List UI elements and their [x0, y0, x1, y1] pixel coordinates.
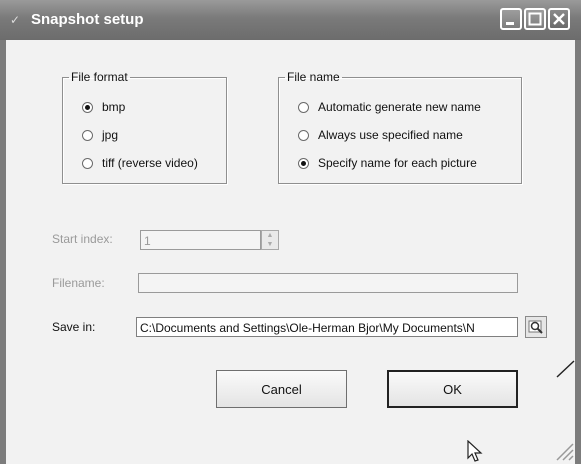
- radio-tiff-label: tiff (reverse video): [102, 156, 198, 170]
- window-title: Snapshot setup: [31, 11, 144, 28]
- radio-jpg[interactable]: jpg: [82, 126, 118, 144]
- filename-label: Filename:: [52, 276, 105, 290]
- radio-always-specified[interactable]: Always use specified name: [298, 126, 463, 144]
- ok-button-label: OK: [443, 381, 462, 397]
- filename-field[interactable]: [138, 273, 518, 293]
- radio-always-specified-indicator[interactable]: [298, 129, 309, 141]
- spin-up-icon[interactable]: ▲: [262, 231, 278, 240]
- file-name-group: File name Automatic generate new name Al…: [278, 70, 522, 184]
- radio-automatic-name-indicator[interactable]: [298, 101, 309, 113]
- radio-automatic-name[interactable]: Automatic generate new name: [298, 98, 481, 116]
- cancel-button[interactable]: Cancel: [216, 370, 347, 408]
- radio-always-specified-label: Always use specified name: [318, 128, 463, 142]
- radio-jpg-indicator[interactable]: [82, 129, 93, 141]
- radio-tiff[interactable]: tiff (reverse video): [82, 154, 198, 172]
- ok-button[interactable]: OK: [387, 370, 518, 408]
- minimize-button[interactable]: [500, 8, 522, 30]
- radio-specify-each[interactable]: Specify name for each picture: [298, 154, 477, 172]
- decorative-line: [556, 360, 575, 378]
- radio-bmp-label: bmp: [102, 100, 126, 114]
- start-index-value: 1: [144, 234, 151, 248]
- radio-automatic-name-label: Automatic generate new name: [318, 100, 481, 114]
- maximize-button[interactable]: [524, 8, 546, 30]
- browse-button[interactable]: [525, 316, 547, 338]
- minimize-icon: [506, 22, 514, 25]
- start-index-field[interactable]: 1: [140, 230, 261, 250]
- file-format-legend: File format: [71, 70, 128, 84]
- radio-bmp[interactable]: bmp: [82, 98, 125, 116]
- radio-jpg-label: jpg: [102, 128, 119, 142]
- save-in-field[interactable]: C:\Documents and Settings\Ole-Herman Bjo…: [136, 317, 518, 337]
- spin-down-icon[interactable]: ▼: [262, 240, 278, 249]
- cancel-button-label: Cancel: [261, 381, 302, 397]
- file-name-legend: File name: [287, 70, 340, 84]
- radio-specify-each-label: Specify name for each picture: [318, 156, 477, 170]
- window-frame-right: [575, 40, 581, 464]
- radio-bmp-indicator[interactable]: [82, 101, 93, 113]
- start-index-spinner[interactable]: ▲ ▼: [261, 230, 279, 250]
- close-icon: [553, 13, 565, 25]
- title-bar[interactable]: ✓ Snapshot setup: [0, 0, 581, 41]
- mouse-cursor-icon: [467, 440, 483, 462]
- save-in-label: Save in:: [52, 320, 96, 334]
- resize-grip-icon[interactable]: [551, 438, 575, 462]
- browse-folder-icon: [528, 320, 543, 334]
- snapshot-icon: ✓: [10, 13, 21, 27]
- save-in-value: C:\Documents and Settings\Ole-Herman Bjo…: [140, 321, 475, 335]
- start-index-label: Start index:: [52, 232, 113, 246]
- maximize-icon: [528, 12, 542, 26]
- dialog-client-area: File format bmp jpg tiff (reverse video)…: [6, 40, 575, 464]
- close-button[interactable]: [548, 8, 570, 30]
- radio-specify-each-indicator[interactable]: [298, 157, 309, 169]
- file-format-group: File format bmp jpg tiff (reverse video): [62, 70, 227, 184]
- radio-tiff-indicator[interactable]: [82, 157, 93, 169]
